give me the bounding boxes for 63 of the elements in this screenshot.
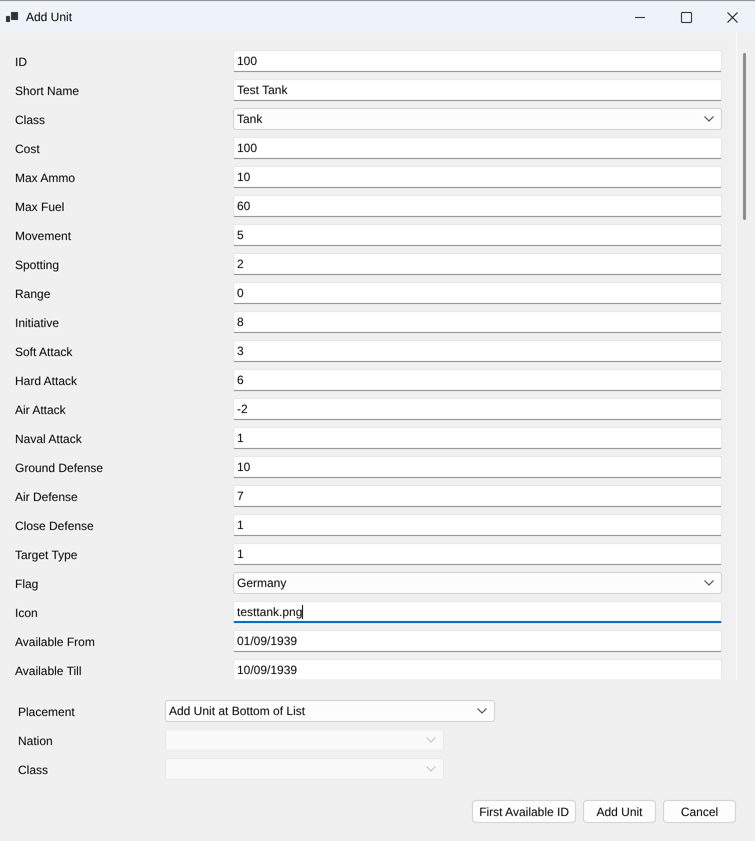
field-label: Max Fuel — [15, 200, 64, 214]
cancel-button[interactable]: Cancel — [663, 800, 736, 823]
text-field[interactable]: 8 — [233, 311, 722, 333]
field-label: Close Defense — [15, 519, 94, 533]
text-field[interactable]: 1 — [233, 427, 722, 449]
dropdown[interactable]: Add Unit at Bottom of List — [165, 700, 495, 722]
maximize-icon[interactable] — [680, 12, 692, 22]
field-label: Class — [18, 763, 48, 777]
field-label: Soft Attack — [15, 345, 72, 359]
field-label: Air Defense — [15, 490, 78, 504]
field-label: Hard Attack — [15, 374, 78, 388]
field-label: Icon — [15, 606, 38, 620]
text-cursor-icon — [302, 604, 304, 618]
field-label: Movement — [15, 229, 72, 243]
scrollbar-thumb[interactable] — [743, 53, 746, 220]
text-field[interactable]: testtank.png — [233, 601, 722, 623]
chevron-down-icon — [426, 766, 436, 772]
field-label: Short Name — [15, 84, 80, 98]
text-field[interactable]: 1 — [233, 514, 722, 536]
text-field[interactable]: 100 — [233, 137, 722, 159]
text-field[interactable]: 10 — [233, 166, 722, 188]
text-field[interactable]: 100 — [233, 50, 722, 72]
text-field[interactable]: Test Tank — [233, 79, 722, 101]
field-label: ID — [15, 55, 27, 69]
text-field[interactable]: 10/09/1939 — [233, 659, 722, 679]
window-title: Add Unit — [26, 10, 72, 24]
field-label: Available Till — [15, 664, 82, 678]
text-field[interactable]: 6 — [233, 369, 722, 391]
text-field[interactable]: 60 — [233, 195, 722, 217]
field-label: Naval Attack — [15, 432, 82, 446]
chevron-down-icon — [704, 580, 714, 586]
field-label: Range — [15, 287, 50, 301]
close-icon[interactable] — [726, 12, 738, 22]
text-field[interactable]: 1 — [233, 543, 722, 565]
field-label: Nation — [18, 734, 53, 748]
text-field[interactable]: 0 — [233, 282, 722, 304]
field-label: Initiative — [15, 316, 60, 330]
field-label: Flag — [15, 577, 38, 591]
dropdown[interactable]: Tank — [233, 108, 722, 130]
text-field[interactable]: 7 — [233, 485, 722, 507]
text-field[interactable]: 3 — [233, 340, 722, 362]
text-field[interactable]: 2 — [233, 253, 722, 275]
text-field[interactable]: -2 — [233, 398, 722, 420]
dropdown[interactable]: Germany — [233, 572, 722, 594]
field-label: Placement — [18, 705, 75, 719]
text-field[interactable]: 01/09/1939 — [233, 630, 722, 652]
chevron-down-icon — [704, 116, 714, 122]
field-label: Class — [15, 113, 46, 127]
window-icon — [6, 12, 18, 22]
chevron-down-icon — [477, 708, 487, 714]
field-label: Spotting — [15, 258, 60, 272]
chevron-down-icon — [426, 737, 436, 743]
minimize-icon[interactable] — [635, 16, 645, 18]
first-available-id-button[interactable]: First Available ID — [472, 800, 576, 823]
field-label: Available From — [15, 635, 95, 649]
text-field[interactable]: 10 — [233, 456, 722, 478]
text-field[interactable]: 5 — [233, 224, 722, 246]
field-label: Target Type — [15, 548, 78, 562]
add-unit-button[interactable]: Add Unit — [583, 800, 656, 823]
field-label: Ground Defense — [15, 461, 104, 475]
field-label: Max Ammo — [15, 171, 76, 185]
field-label: Cost — [15, 142, 40, 156]
field-label: Air Attack — [15, 403, 66, 417]
